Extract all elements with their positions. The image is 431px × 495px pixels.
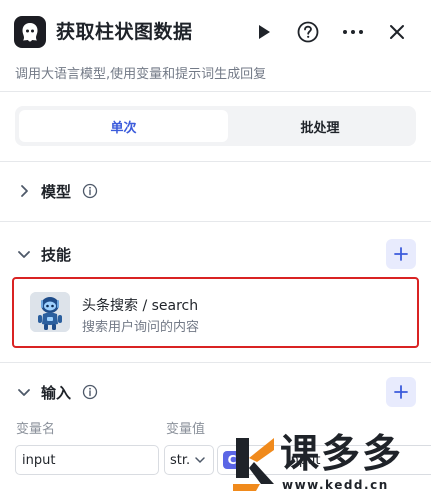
watermark-url: www.kedd.cn xyxy=(282,478,389,492)
run-button[interactable] xyxy=(250,18,278,46)
value-type-label: str. xyxy=(170,452,191,468)
info-icon[interactable] xyxy=(82,384,98,400)
column-header-name: 变量名 xyxy=(16,422,56,437)
more-button[interactable] xyxy=(339,18,367,46)
section-title: 技能 xyxy=(41,246,72,264)
column-header-value: 变量值 xyxy=(166,422,206,437)
node-title[interactable]: 获取柱状图数据 xyxy=(56,17,193,44)
skill-description: 搜索用户询问的内容 xyxy=(82,320,200,335)
more-icon xyxy=(343,30,363,34)
add-skill-button[interactable] xyxy=(386,239,416,269)
watermark-brand: 课多多 xyxy=(280,432,404,477)
section-model[interactable]: 模型 xyxy=(0,174,431,208)
skill-card-search[interactable]: 头条搜索 / search 搜索用户询问的内容 xyxy=(12,277,419,348)
watermark: 课多多 www.kedd.cn xyxy=(230,432,431,495)
plus-icon xyxy=(394,247,408,261)
close-icon xyxy=(390,25,404,39)
divider xyxy=(0,91,431,92)
value-type-select[interactable]: str. xyxy=(164,445,214,475)
plus-icon xyxy=(394,385,408,399)
section-title: 输入 xyxy=(41,384,72,402)
section-skills[interactable]: 技能 xyxy=(0,237,431,271)
chevron-down-icon xyxy=(18,251,30,258)
section-input[interactable]: 输入 xyxy=(0,375,431,409)
node-header: 获取柱状图数据 xyxy=(0,0,431,62)
close-button[interactable] xyxy=(383,18,411,46)
chevron-down-icon xyxy=(195,457,205,464)
help-button[interactable] xyxy=(294,18,322,46)
chevron-right-icon xyxy=(21,185,28,197)
divider xyxy=(0,362,431,363)
divider xyxy=(0,221,431,222)
add-input-button[interactable] xyxy=(386,377,416,407)
chevron-down-icon xyxy=(18,389,30,396)
skill-name: 头条搜索 / search xyxy=(82,298,199,314)
mode-switch: 单次 批处理 xyxy=(15,106,416,146)
info-icon[interactable] xyxy=(82,183,98,199)
tab-batch[interactable]: 批处理 xyxy=(228,110,412,142)
llm-node-icon xyxy=(14,16,46,48)
question-icon xyxy=(297,21,319,43)
node-description: 调用大语言模型,使用变量和提示词生成回复 xyxy=(15,67,267,82)
variable-name-input[interactable]: input xyxy=(15,445,159,475)
play-icon xyxy=(259,25,270,39)
tab-single[interactable]: 单次 xyxy=(19,110,228,142)
divider xyxy=(0,161,431,162)
robot-avatar xyxy=(30,292,70,332)
variable-name-value: input xyxy=(22,452,56,468)
section-title: 模型 xyxy=(41,183,72,201)
